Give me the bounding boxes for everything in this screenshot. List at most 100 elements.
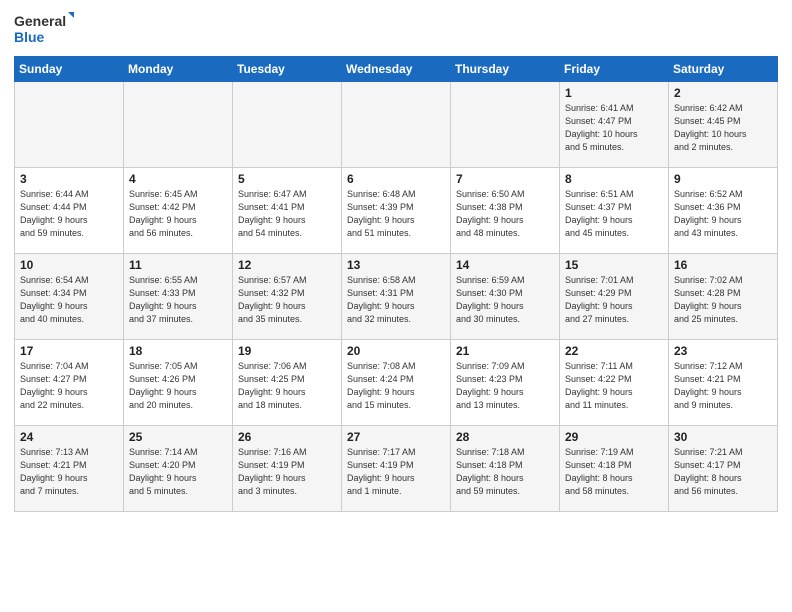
day-number: 11	[129, 258, 227, 272]
day-cell: 10 Sunrise: 6:54 AM Sunset: 4:34 PM Dayli…	[15, 254, 124, 340]
svg-text:Blue: Blue	[14, 29, 45, 45]
day-number: 29	[565, 430, 663, 444]
calendar-table: SundayMondayTuesdayWednesdayThursdayFrid…	[14, 56, 778, 512]
day-info: Sunrise: 6:57 AM Sunset: 4:32 PM Dayligh…	[238, 274, 336, 326]
day-cell: 28Sunrise: 7:18 AM Sunset: 4:18 PM Dayli…	[451, 426, 560, 512]
day-number: 9	[674, 172, 772, 186]
week-row-4: 17 Sunrise: 7:04 AM Sunset: 4:27 PM Dayli…	[15, 340, 778, 426]
day-number: 12	[238, 258, 336, 272]
col-header-thursday: Thursday	[451, 57, 560, 82]
day-cell: 19 Sunrise: 7:06 AM Sunset: 4:25 PM Dayli…	[233, 340, 342, 426]
day-number: 19	[238, 344, 336, 358]
day-info: Sunrise: 6:42 AM Sunset: 4:45 PM Dayligh…	[674, 102, 772, 154]
day-info: Sunrise: 7:16 AM Sunset: 4:19 PM Dayligh…	[238, 446, 336, 498]
col-header-wednesday: Wednesday	[342, 57, 451, 82]
day-cell	[451, 82, 560, 168]
day-info: Sunrise: 6:41 AM Sunset: 4:47 PM Dayligh…	[565, 102, 663, 154]
day-cell: 3 Sunrise: 6:44 AM Sunset: 4:44 PM Daylig…	[15, 168, 124, 254]
day-info: Sunrise: 6:58 AM Sunset: 4:31 PM Dayligh…	[347, 274, 445, 326]
week-row-5: 24Sunrise: 7:13 AM Sunset: 4:21 PM Dayli…	[15, 426, 778, 512]
day-cell	[15, 82, 124, 168]
day-number: 14	[456, 258, 554, 272]
week-row-3: 10 Sunrise: 6:54 AM Sunset: 4:34 PM Dayli…	[15, 254, 778, 340]
day-cell: 21 Sunrise: 7:09 AM Sunset: 4:23 PM Dayli…	[451, 340, 560, 426]
day-cell: 16 Sunrise: 7:02 AM Sunset: 4:28 PM Dayli…	[669, 254, 778, 340]
day-number: 16	[674, 258, 772, 272]
col-header-tuesday: Tuesday	[233, 57, 342, 82]
day-number: 26	[238, 430, 336, 444]
day-number: 27	[347, 430, 445, 444]
day-info: Sunrise: 7:08 AM Sunset: 4:24 PM Dayligh…	[347, 360, 445, 412]
day-cell: 23Sunrise: 7:12 AM Sunset: 4:21 PM Dayli…	[669, 340, 778, 426]
day-number: 5	[238, 172, 336, 186]
day-info: Sunrise: 7:01 AM Sunset: 4:29 PM Dayligh…	[565, 274, 663, 326]
day-info: Sunrise: 6:54 AM Sunset: 4:34 PM Dayligh…	[20, 274, 118, 326]
day-number: 2	[674, 86, 772, 100]
day-info: Sunrise: 7:14 AM Sunset: 4:20 PM Dayligh…	[129, 446, 227, 498]
day-cell: 13 Sunrise: 6:58 AM Sunset: 4:31 PM Dayli…	[342, 254, 451, 340]
day-info: Sunrise: 6:45 AM Sunset: 4:42 PM Dayligh…	[129, 188, 227, 240]
day-number: 3	[20, 172, 118, 186]
day-cell: 26 Sunrise: 7:16 AM Sunset: 4:19 PM Dayli…	[233, 426, 342, 512]
day-cell: 2 Sunrise: 6:42 AM Sunset: 4:45 PM Daylig…	[669, 82, 778, 168]
day-cell	[342, 82, 451, 168]
day-info: Sunrise: 7:09 AM Sunset: 4:23 PM Dayligh…	[456, 360, 554, 412]
day-number: 1	[565, 86, 663, 100]
day-info: Sunrise: 6:55 AM Sunset: 4:33 PM Dayligh…	[129, 274, 227, 326]
svg-text:General: General	[14, 13, 66, 29]
logo: General Blue	[14, 10, 74, 50]
day-info: Sunrise: 6:52 AM Sunset: 4:36 PM Dayligh…	[674, 188, 772, 240]
day-info: Sunrise: 7:11 AM Sunset: 4:22 PM Dayligh…	[565, 360, 663, 412]
day-number: 28	[456, 430, 554, 444]
day-info: Sunrise: 7:04 AM Sunset: 4:27 PM Dayligh…	[20, 360, 118, 412]
day-cell: 25 Sunrise: 7:14 AM Sunset: 4:20 PM Dayli…	[124, 426, 233, 512]
col-header-friday: Friday	[560, 57, 669, 82]
day-info: Sunrise: 7:17 AM Sunset: 4:19 PM Dayligh…	[347, 446, 445, 498]
day-cell: 20 Sunrise: 7:08 AM Sunset: 4:24 PM Dayli…	[342, 340, 451, 426]
day-info: Sunrise: 6:44 AM Sunset: 4:44 PM Dayligh…	[20, 188, 118, 240]
day-cell: 12 Sunrise: 6:57 AM Sunset: 4:32 PM Dayli…	[233, 254, 342, 340]
day-number: 8	[565, 172, 663, 186]
day-number: 18	[129, 344, 227, 358]
day-number: 23	[674, 344, 772, 358]
day-cell: 14 Sunrise: 6:59 AM Sunset: 4:30 PM Dayli…	[451, 254, 560, 340]
day-info: Sunrise: 6:59 AM Sunset: 4:30 PM Dayligh…	[456, 274, 554, 326]
day-info: Sunrise: 7:21 AM Sunset: 4:17 PM Dayligh…	[674, 446, 772, 498]
day-cell: 8 Sunrise: 6:51 AM Sunset: 4:37 PM Daylig…	[560, 168, 669, 254]
week-row-2: 3 Sunrise: 6:44 AM Sunset: 4:44 PM Daylig…	[15, 168, 778, 254]
day-number: 7	[456, 172, 554, 186]
day-info: Sunrise: 6:47 AM Sunset: 4:41 PM Dayligh…	[238, 188, 336, 240]
day-number: 17	[20, 344, 118, 358]
day-cell: 24Sunrise: 7:13 AM Sunset: 4:21 PM Dayli…	[15, 426, 124, 512]
day-cell: 9 Sunrise: 6:52 AM Sunset: 4:36 PM Daylig…	[669, 168, 778, 254]
day-info: Sunrise: 7:06 AM Sunset: 4:25 PM Dayligh…	[238, 360, 336, 412]
day-number: 24	[20, 430, 118, 444]
day-number: 30	[674, 430, 772, 444]
day-cell: 18 Sunrise: 7:05 AM Sunset: 4:26 PM Dayli…	[124, 340, 233, 426]
day-info: Sunrise: 7:02 AM Sunset: 4:28 PM Dayligh…	[674, 274, 772, 326]
col-header-sunday: Sunday	[15, 57, 124, 82]
day-cell: 15 Sunrise: 7:01 AM Sunset: 4:29 PM Dayli…	[560, 254, 669, 340]
day-cell: 30 Sunrise: 7:21 AM Sunset: 4:17 PM Dayli…	[669, 426, 778, 512]
day-number: 21	[456, 344, 554, 358]
day-cell: 27 Sunrise: 7:17 AM Sunset: 4:19 PM Dayli…	[342, 426, 451, 512]
day-number: 15	[565, 258, 663, 272]
day-number: 10	[20, 258, 118, 272]
day-cell: 6Sunrise: 6:48 AM Sunset: 4:39 PM Daylig…	[342, 168, 451, 254]
col-header-saturday: Saturday	[669, 57, 778, 82]
day-cell	[233, 82, 342, 168]
day-number: 20	[347, 344, 445, 358]
day-cell: 22Sunrise: 7:11 AM Sunset: 4:22 PM Dayli…	[560, 340, 669, 426]
header: General Blue	[14, 10, 778, 50]
week-row-1: 1 Sunrise: 6:41 AM Sunset: 4:47 PM Daylig…	[15, 82, 778, 168]
day-info: Sunrise: 6:48 AM Sunset: 4:39 PM Dayligh…	[347, 188, 445, 240]
day-number: 13	[347, 258, 445, 272]
day-info: Sunrise: 7:19 AM Sunset: 4:18 PM Dayligh…	[565, 446, 663, 498]
day-cell: 5 Sunrise: 6:47 AM Sunset: 4:41 PM Daylig…	[233, 168, 342, 254]
header-row: SundayMondayTuesdayWednesdayThursdayFrid…	[15, 57, 778, 82]
day-number: 25	[129, 430, 227, 444]
day-info: Sunrise: 6:51 AM Sunset: 4:37 PM Dayligh…	[565, 188, 663, 240]
day-cell: 4Sunrise: 6:45 AM Sunset: 4:42 PM Daylig…	[124, 168, 233, 254]
day-info: Sunrise: 7:05 AM Sunset: 4:26 PM Dayligh…	[129, 360, 227, 412]
day-cell: 1 Sunrise: 6:41 AM Sunset: 4:47 PM Daylig…	[560, 82, 669, 168]
